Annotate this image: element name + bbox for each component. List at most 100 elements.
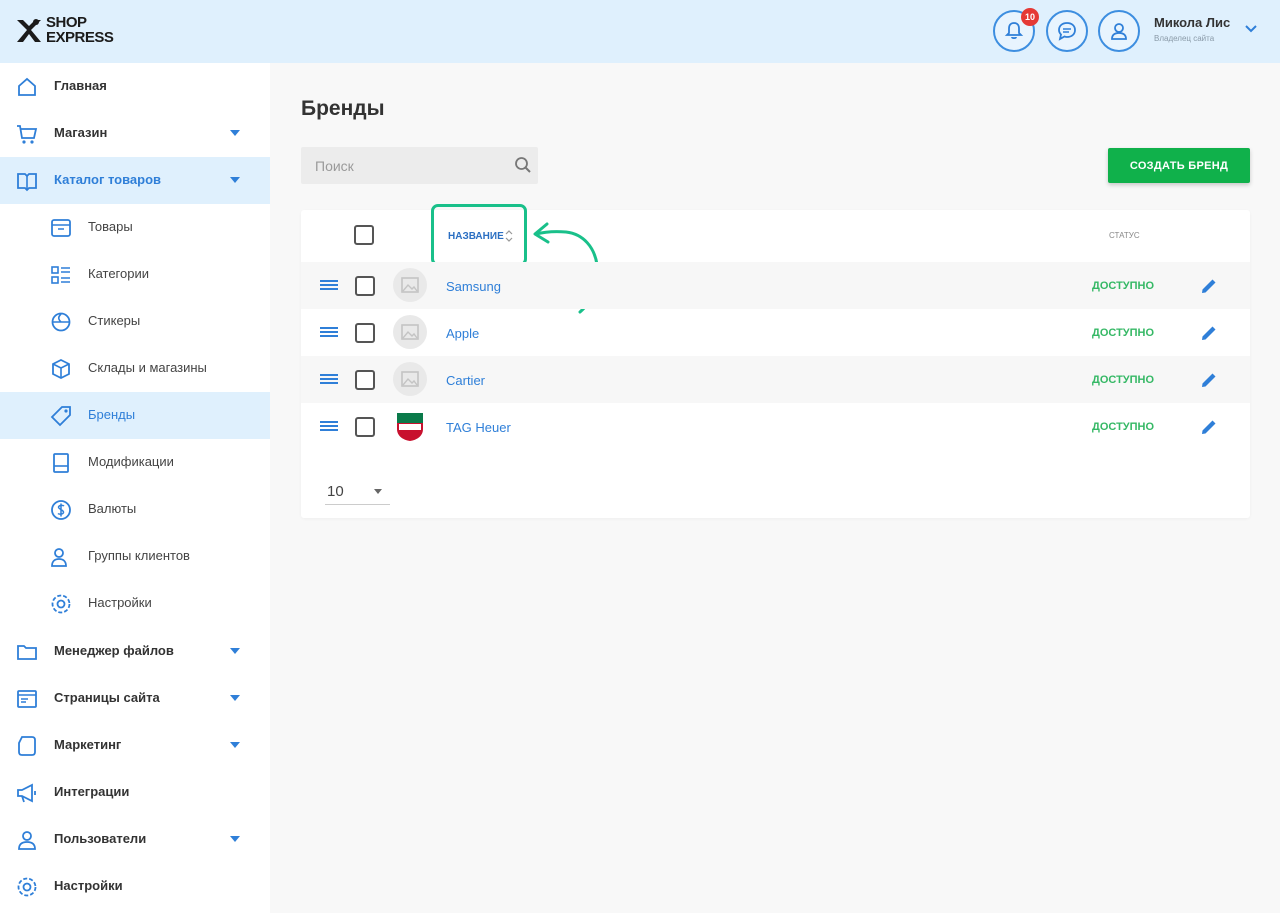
sidebar-item-customer-groups[interactable]: Группы клиентов [0, 533, 270, 580]
sidebar-item-site-pages[interactable]: Страницы сайта [0, 675, 270, 722]
sidebar-item-label: Категории [88, 266, 149, 281]
box-icon [51, 219, 71, 237]
sidebar-item-label: Страницы сайта [54, 690, 160, 705]
user-icon [18, 831, 36, 850]
sidebar-item-file-manager[interactable]: Менеджер файлов [0, 628, 270, 675]
drag-handle-icon[interactable] [320, 420, 338, 432]
image-placeholder-icon [401, 371, 419, 387]
chevron-down-icon [230, 742, 240, 748]
sidebar-item-shop[interactable]: Магазин [0, 110, 270, 157]
sidebar-item-label: Настройки [54, 878, 123, 893]
page-title: Бренды [301, 97, 385, 120]
sidebar-item-label: Каталог товаров [54, 172, 162, 187]
table-row[interactable]: Cartier ДОСТУПНО [301, 356, 1250, 403]
column-header-name[interactable]: НАЗВАНИЕ [448, 231, 504, 242]
sort-icon[interactable] [505, 230, 513, 242]
currency-icon [51, 500, 71, 520]
pencil-icon[interactable] [1199, 370, 1219, 390]
row-checkbox[interactable] [355, 323, 375, 343]
sidebar-item-label: Группы клиентов [88, 548, 190, 563]
drag-handle-icon[interactable] [320, 373, 338, 385]
sidebar-item-modifications[interactable]: Модификации [0, 439, 270, 486]
status-badge: ДОСТУПНО [1092, 421, 1155, 433]
row-checkbox[interactable] [355, 276, 375, 296]
sidebar-item-users[interactable]: Пользователи [0, 816, 270, 863]
drag-handle-icon[interactable] [320, 279, 338, 291]
logo-mark-icon [17, 19, 41, 42]
sidebar-item-home[interactable]: Главная [0, 63, 270, 110]
table-row[interactable]: Samsung ДОСТУПНО [301, 262, 1250, 309]
chevron-down-icon [230, 177, 240, 183]
chevron-down-icon [230, 695, 240, 701]
home-icon [18, 77, 36, 96]
sidebar-item-marketing[interactable]: Маркетинг [0, 722, 270, 769]
sidebar-item-label: Менеджер файлов [54, 643, 174, 658]
sidebar-item-products[interactable]: Товары [0, 204, 270, 251]
sidebar-item-integrations[interactable]: Интеграции [0, 769, 270, 816]
notification-badge: 10 [1021, 8, 1039, 26]
sidebar-item-stickers[interactable]: Стикеры [0, 298, 270, 345]
sidebar: Главная Магазин Каталог товаров Товары К… [0, 63, 270, 913]
drag-handle-icon[interactable] [320, 326, 338, 338]
logo-text: SHOP EXPRESS [46, 14, 114, 46]
per-page-select[interactable]: 10 [325, 478, 390, 505]
sidebar-item-label: Интеграции [54, 784, 130, 799]
folder-icon [17, 645, 37, 660]
user-name[interactable]: Микола Лис [1154, 15, 1230, 30]
search-icon[interactable] [514, 156, 532, 174]
brand-image-placeholder [393, 315, 427, 349]
brand-image-placeholder [393, 362, 427, 396]
megaphone-icon [17, 783, 36, 803]
brand-name-link[interactable]: Cartier [446, 373, 485, 388]
profile-button[interactable] [1098, 10, 1140, 52]
chat-icon [1058, 22, 1076, 41]
categories-icon [51, 266, 70, 284]
sidebar-item-label: Настройки [88, 595, 152, 610]
row-checkbox[interactable] [355, 370, 375, 390]
search-input[interactable] [301, 147, 538, 184]
marketing-icon [18, 736, 36, 756]
sidebar-item-label: Товары [88, 219, 133, 234]
sidebar-item-brands[interactable]: Бренды [0, 392, 270, 439]
warehouse-icon [52, 358, 70, 380]
sidebar-item-currencies[interactable]: Валюты [0, 486, 270, 533]
row-checkbox[interactable] [355, 417, 375, 437]
sidebar-item-warehouses[interactable]: Склады и магазины [0, 345, 270, 392]
pencil-icon[interactable] [1199, 417, 1219, 437]
chevron-down-icon [230, 836, 240, 842]
sidebar-item-label: Магазин [54, 125, 108, 140]
sidebar-item-catalog[interactable]: Каталог товаров [0, 157, 270, 204]
table-row[interactable]: Apple ДОСТУПНО [301, 309, 1250, 356]
chevron-down-icon[interactable] [1244, 24, 1258, 34]
brand-image-placeholder [393, 268, 427, 302]
pencil-icon[interactable] [1199, 276, 1219, 296]
brand-name-link[interactable]: TAG Heuer [446, 420, 511, 435]
select-all-checkbox[interactable] [354, 225, 374, 245]
bell-icon [1004, 22, 1024, 40]
pencil-icon[interactable] [1199, 323, 1219, 343]
messages-button[interactable] [1046, 10, 1088, 52]
modification-icon [53, 453, 69, 473]
image-placeholder-icon [401, 324, 419, 340]
tag-heuer-logo-icon [397, 413, 423, 441]
shop-express-logo[interactable]: SHOP EXPRESS [14, 14, 124, 50]
brand-name-link[interactable]: Samsung [446, 279, 501, 294]
status-badge: ДОСТУПНО [1092, 280, 1155, 292]
sidebar-item-settings[interactable]: Настройки [0, 863, 270, 910]
book-icon [17, 173, 37, 192]
tag-icon [50, 406, 71, 427]
sidebar-item-label: Бренды [88, 407, 136, 422]
brand-name-link[interactable]: Apple [446, 326, 479, 341]
create-brand-button[interactable]: СОЗДАТЬ БРЕНД [1108, 148, 1250, 183]
sidebar-item-label: Склады и магазины [88, 360, 207, 375]
sidebar-item-categories[interactable]: Категории [0, 251, 270, 298]
sidebar-item-label: Модификации [88, 454, 174, 469]
table-row[interactable]: TAG Heuer ДОСТУПНО [301, 403, 1250, 450]
chevron-down-icon [230, 130, 240, 136]
sidebar-item-label: Стикеры [88, 313, 141, 328]
user-role: Владелец сайта [1154, 34, 1215, 43]
notifications-button[interactable]: 10 [993, 8, 1039, 52]
chevron-down-icon [374, 489, 382, 494]
sidebar-item-catalog-settings[interactable]: Настройки [0, 580, 270, 627]
per-page-value: 10 [327, 483, 344, 500]
